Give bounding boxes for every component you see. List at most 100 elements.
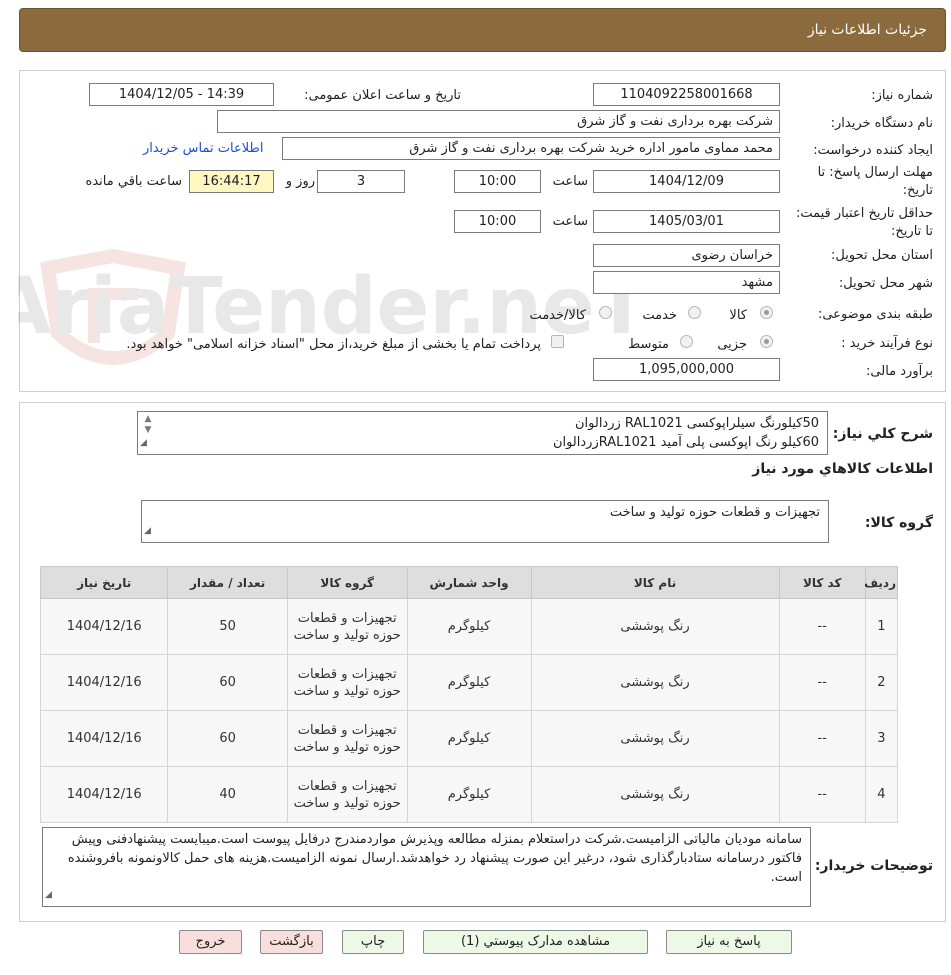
col-header-item-name: نام کالا (530, 566, 780, 599)
summary-scrollbar[interactable]: ▲ ▼ (140, 414, 156, 436)
cell-quantity: 40 (167, 766, 288, 823)
resize-grip-icon[interactable]: ◢ (144, 522, 151, 541)
col-header-need-date: تاریخ نیاز (39, 566, 169, 599)
category-radio-service[interactable] (688, 306, 701, 319)
buyer-notes-textarea[interactable]: سامانه مودیان مالیاتی الزامیست.شرکت دراس… (42, 827, 811, 907)
province-field: خراسان رضوی (593, 244, 780, 267)
cell-need-date: 1404/12/16 (39, 654, 169, 711)
city-label: شهر محل تحویل: (838, 276, 933, 291)
province-label: استان محل تحویل: (831, 248, 933, 263)
buyer-label: نام دستگاه خریدار: (830, 116, 933, 131)
budget-field: 1,095,000,000 (593, 358, 780, 381)
col-header-item-code: کد کالا (778, 566, 866, 599)
cell-group: تجهیزات و قطعات حوزه تولید و ساخت (286, 710, 408, 767)
announce-field: 1404/12/05 - 14:39 (89, 83, 274, 106)
process-label: نوع فرآیند خرید : (841, 336, 933, 351)
category-option-goods: کالا (729, 308, 747, 323)
days-label: روز و (285, 174, 315, 189)
validity-date-field: 1405/03/01 (593, 210, 780, 233)
cell-group: تجهیزات و قطعات حوزه تولید و ساخت (286, 766, 408, 823)
cell-group: تجهیزات و قطعات حوزه تولید و ساخت (286, 654, 408, 711)
back-button[interactable]: بازگشت (260, 930, 323, 954)
cell-item-code: -- (778, 766, 866, 823)
cell-row-number: 2 (864, 654, 899, 711)
days-field: 3 (317, 170, 405, 193)
goods-group-value: تجهیزات و قطعات حوزه تولید و ساخت (609, 505, 820, 520)
deadline-time-label: ساعت (552, 174, 588, 189)
resize-grip-icon[interactable]: ◢ (45, 886, 52, 905)
remaining-time-field: 16:44:17 (189, 170, 274, 193)
buyer-notes-text: سامانه مودیان مالیاتی الزامیست.شرکت دراس… (67, 832, 802, 885)
reply-button[interactable]: پاسخ به نیاز (666, 930, 792, 954)
table-row: 2 -- رنگ پوششی کیلوگرم تجهیزات و قطعات ح… (39, 654, 899, 711)
print-button[interactable]: چاپ (342, 930, 404, 954)
deadline-label-text: مهلت ارسال پاسخ: تا تاریخ: (817, 165, 933, 198)
deadline-time-field: 10:00 (454, 170, 541, 193)
cell-quantity: 50 (167, 598, 288, 655)
summary-textarea[interactable]: 50کیلورنگ سیلراپوکسی RAL1021 زردالوان 60… (137, 411, 828, 455)
col-header-group: گروه کالا (286, 566, 408, 599)
creator-field: محمد مماوی مامور اداره خرید شرکت بهره بر… (282, 137, 780, 160)
validity-time-label: ساعت (552, 214, 588, 229)
treasury-payment-note: پرداخت تمام یا بخشی از مبلغ خرید،از محل … (126, 337, 541, 352)
summary-label: شرح کلي نياز: (832, 426, 933, 442)
deadline-label: مهلت ارسال پاسخ: تا تاریخ: (793, 164, 933, 200)
cell-item-name: رنگ پوششی (530, 654, 780, 711)
buyer-contact-link[interactable]: اطلاعات تماس خریدار (143, 141, 263, 156)
goods-group-textarea[interactable]: تجهیزات و قطعات حوزه تولید و ساخت ◢ (141, 500, 829, 543)
cell-row-number: 3 (864, 710, 899, 767)
cell-item-name: رنگ پوششی (530, 766, 780, 823)
cell-row-number: 1 (864, 598, 899, 655)
col-header-row-number: رديف (864, 566, 899, 599)
city-field: مشهد (593, 271, 780, 294)
summary-line-1: 50کیلورنگ سیلراپوکسی RAL1021 زردالوان (574, 416, 819, 431)
process-option-medium: متوسط (628, 337, 669, 352)
announce-label: تاریخ و ساعت اعلان عمومی: (304, 88, 461, 103)
scroll-up-icon[interactable]: ▲ (140, 414, 156, 425)
budget-label: برآورد مالی: (866, 364, 933, 379)
cell-item-name: رنگ پوششی (530, 598, 780, 655)
process-radio-medium[interactable] (680, 335, 693, 348)
summary-line-2: 60کیلو رنگ اپوکسی پلی آمید RAL1021زردالو… (552, 435, 819, 450)
category-radio-goods-service[interactable] (599, 306, 612, 319)
resize-grip-icon[interactable]: ◢ (140, 434, 147, 453)
view-attachments-button[interactable]: مشاهده مدارک پیوستي (1) (423, 930, 648, 954)
exit-button[interactable]: خروج (179, 930, 242, 954)
cell-quantity: 60 (167, 710, 288, 767)
creator-label: ایجاد کننده درخواست: (813, 143, 933, 158)
table-header-row: رديف کد کالا نام کالا واحد شمارش گروه کا… (39, 566, 899, 599)
category-option-service: خدمت (642, 308, 677, 323)
col-header-unit: واحد شمارش (406, 566, 532, 599)
category-option-goods-service: کالا/خدمت (529, 308, 586, 323)
cell-item-name: رنگ پوششی (530, 710, 780, 767)
buyer-notes-label: توضیحات خریدار: (814, 858, 933, 874)
validity-label-text: حداقل تاریخ اعتبار قیمت: تا تاریخ: (795, 206, 933, 239)
cell-need-date: 1404/12/16 (39, 598, 169, 655)
items-table: رديف کد کالا نام کالا واحد شمارش گروه کا… (39, 566, 899, 823)
table-row: 4 -- رنگ پوششی کیلوگرم تجهیزات و قطعات ح… (39, 766, 899, 823)
col-header-quantity: تعداد / مقدار (167, 566, 288, 599)
cell-need-date: 1404/12/16 (39, 766, 169, 823)
remaining-label: ساعت باقي مانده (85, 174, 182, 189)
deadline-date-field: 1404/12/09 (593, 170, 780, 193)
process-radio-minor[interactable] (760, 335, 773, 348)
goods-section-title: اطلاعات کالاهاي مورد نياز (752, 461, 933, 477)
cell-unit: کیلوگرم (406, 598, 532, 655)
cell-unit: کیلوگرم (406, 710, 532, 767)
need-number-field: 1104092258001668 (593, 83, 780, 106)
category-label: طبقه بندی موضوعی: (817, 307, 933, 322)
category-radio-goods[interactable] (760, 306, 773, 319)
process-option-minor: جزیی (717, 337, 747, 352)
buyer-field: شرکت بهره برداری نفت و گاز شرق (217, 110, 780, 133)
page-header: جزئیات اطلاعات نیاز (19, 8, 946, 52)
page-title: جزئیات اطلاعات نیاز (807, 22, 927, 38)
cell-item-code: -- (778, 598, 866, 655)
cell-need-date: 1404/12/16 (39, 710, 169, 767)
validity-time-field: 10:00 (454, 210, 541, 233)
treasury-payment-checkbox[interactable] (551, 335, 564, 348)
cell-unit: کیلوگرم (406, 766, 532, 823)
cell-item-code: -- (778, 710, 866, 767)
validity-label: حداقل تاریخ اعتبار قیمت: تا تاریخ: (793, 205, 933, 241)
cell-group: تجهیزات و قطعات حوزه تولید و ساخت (286, 598, 408, 655)
cell-quantity: 60 (167, 654, 288, 711)
